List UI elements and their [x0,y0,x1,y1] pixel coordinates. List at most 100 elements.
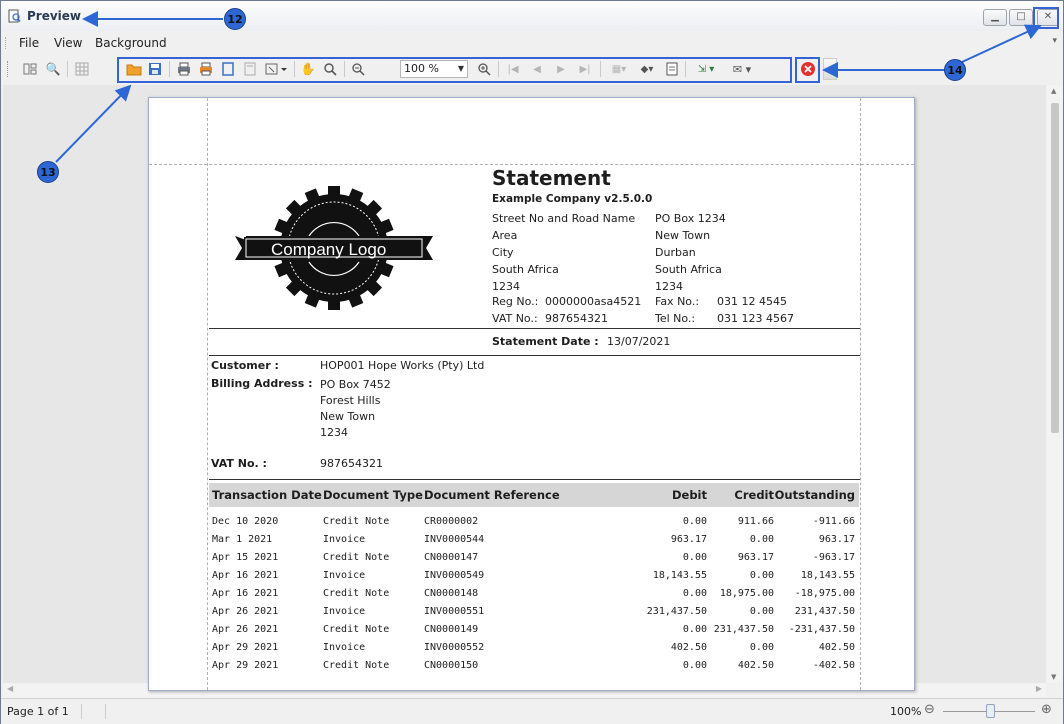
annotation-badge-14: 14 [944,59,966,81]
zoom-out-circle-icon[interactable]: ⊖ [924,702,935,717]
address-line: New Town [655,229,711,242]
table-cell: Invoice [323,570,366,581]
table-row: Dec 10 2020 Credit Note CR0000002 0.00 911.6… [209,516,859,534]
table-cell: Credit Note [323,516,390,527]
scroll-down-icon[interactable]: ▼ [1051,673,1056,681]
vat-value: 987654321 [545,312,608,325]
document-page: Company Logo Statement Example Company v… [148,97,915,691]
binoculars-icon: 🔍 [45,62,61,76]
address-line: Area [492,229,518,242]
table-cell: Credit Note [323,552,390,563]
table-cell: 402.50 [737,660,774,671]
table-cell: -18,975.00 [794,588,855,599]
table-cell: 963.17 [737,552,774,563]
company-logo: Company Logo [235,180,433,310]
table-cell: Invoice [323,642,366,653]
vertical-scroll-thumb[interactable] [1051,103,1059,433]
table-cell: CR0000002 [424,516,479,527]
table-row: Apr 26 2021 Invoice INV0000551 231,437.50 0.… [209,606,859,624]
statement-date-label: Statement Date : [492,335,599,348]
table-cell: 0.00 [682,624,707,635]
column-header: Document Type [323,488,423,502]
table-cell: 0.00 [749,606,774,617]
reg-label: Reg No.: [492,295,539,308]
vertical-scrollbar[interactable]: ▲ ▼ [1047,85,1063,683]
scroll-right-icon[interactable]: ▶ [1036,684,1042,693]
table-cell: 0.00 [682,552,707,563]
maximize-button[interactable]: □ [1009,9,1033,26]
minimize-button[interactable]: ▁ [983,9,1007,26]
table-cell: 0.00 [682,660,707,671]
billing-line: 1234 [320,426,348,439]
toolbar-separator [67,61,68,77]
address-line: Durban [655,246,696,259]
table-cell: 0.00 [682,588,707,599]
table-cell: 231,437.50 [713,624,774,635]
billing-line: Forest Hills [320,394,381,407]
table-row: Apr 26 2021 Credit Note CN0000149 0.00 231,4… [209,624,859,642]
margin-guide [149,164,914,165]
thumbnails-button[interactable] [73,60,91,78]
toolbar-overflow[interactable] [823,58,837,80]
table-cell: -911.66 [812,516,855,527]
tel-value: 031 123 4567 [717,312,794,325]
table-cell: 402.50 [670,642,707,653]
table-cell: 0.00 [682,516,707,527]
customer-value: HOP001 Hope Works (Pty) Ltd [320,359,485,372]
table-cell: 0.00 [749,642,774,653]
margin-guide [207,98,208,690]
table-row: Apr 29 2021 Invoice INV0000552 402.50 0.00 40… [209,642,859,660]
window-title: Preview [27,9,82,23]
logo-text: Company Logo [271,240,387,259]
address-line: 1234 [492,280,520,293]
billing-line: PO Box 7452 [320,378,391,391]
postal-address: PO Box 1234 New Town Durban South Africa… [655,210,726,295]
scroll-up-icon[interactable]: ▲ [1051,87,1056,95]
divider [209,355,860,356]
margin-guide [860,98,861,690]
document-map-button[interactable] [21,60,39,78]
table-cell: Mar 1 2021 [212,534,273,545]
table-cell: INV0000551 [424,606,485,617]
divider [209,328,860,329]
table-cell: -402.50 [812,660,855,671]
table-cell: 231,437.50 [794,606,855,617]
table-cell: Apr 29 2021 [212,642,279,653]
statement-title: Statement [492,166,611,190]
table-cell: CN0000150 [424,660,479,671]
table-row: Apr 16 2021 Credit Note CN0000148 0.00 18,97… [209,588,859,606]
menu-view[interactable]: View [54,36,82,50]
table-cell: 963.17 [818,534,855,545]
address-line: 1234 [655,280,683,293]
table-cell: -963.17 [812,552,855,563]
preview-window: Preview ▁ □ ✕ File View Background ▾ 🔍 ✋… [0,0,1064,724]
table-cell: Apr 26 2021 [212,606,279,617]
tel-label: Tel No.: [655,312,696,325]
annotation-badge-12: 12 [224,8,246,30]
table-cell: Credit Note [323,588,390,599]
grid-icon [75,62,89,76]
table-row: Mar 1 2021 Invoice INV0000544 963.17 0.00 963… [209,534,859,552]
scroll-left-icon[interactable]: ◀ [7,684,13,693]
table-cell: INV0000549 [424,570,485,581]
table-cell: Apr 29 2021 [212,660,279,671]
search-button[interactable]: 🔍 [44,60,62,78]
table-cell: Invoice [323,606,366,617]
menu-overflow-icon[interactable]: ▾ [1052,36,1057,46]
table-cell: 18,975.00 [719,588,774,599]
customer-label: Customer : [211,359,279,372]
address-line: South Africa [655,263,722,276]
close-window-highlight-box [1033,7,1059,29]
address-line: South Africa [492,263,559,276]
table-cell: 0.00 [749,534,774,545]
zoom-in-circle-icon[interactable]: ⊕ [1041,702,1052,717]
status-separator [105,704,106,719]
menu-background[interactable]: Background [95,36,167,50]
table-cell: Apr 15 2021 [212,552,279,563]
menu-file[interactable]: File [19,36,39,50]
menu-grip [5,37,8,49]
divider [209,479,860,480]
column-header: Transaction Date [212,488,322,502]
table-cell: Credit Note [323,624,390,635]
zoom-slider-thumb[interactable] [986,704,995,718]
